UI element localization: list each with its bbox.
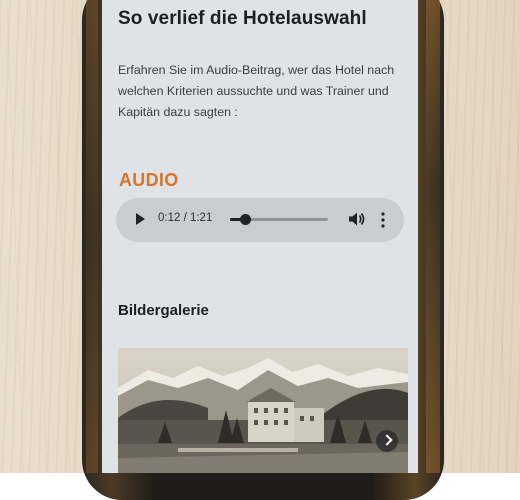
audio-time: 0:12 / 1:21 [158,212,213,224]
article-title: So verlief die Hotelauswahl [118,8,367,29]
vintage-hotel-photo [118,348,408,473]
audio-heading: AUDIO [119,170,179,190]
volume-icon[interactable] [348,211,366,227]
article-intro: Erfahren Sie im Audio-Beitrag, wer das H… [118,63,395,119]
chevron-right-icon [381,434,393,446]
phone-screen: So verlief die Hotelauswahl Erfahren Sie… [102,0,418,473]
phone-case-right-edge [426,0,440,473]
audio-player: 0:12 / 1:21 [116,198,404,242]
audio-seek-bar[interactable] [230,214,328,225]
more-vertical-icon[interactable] [380,210,386,230]
phone-case-left-edge [86,0,98,473]
gallery-next-button[interactable] [376,430,398,452]
audio-seek-thumb[interactable] [239,214,251,225]
gallery-photo-hotel[interactable] [118,348,408,473]
play-icon[interactable] [136,213,145,225]
gallery-heading: Bildergalerie [118,302,209,319]
